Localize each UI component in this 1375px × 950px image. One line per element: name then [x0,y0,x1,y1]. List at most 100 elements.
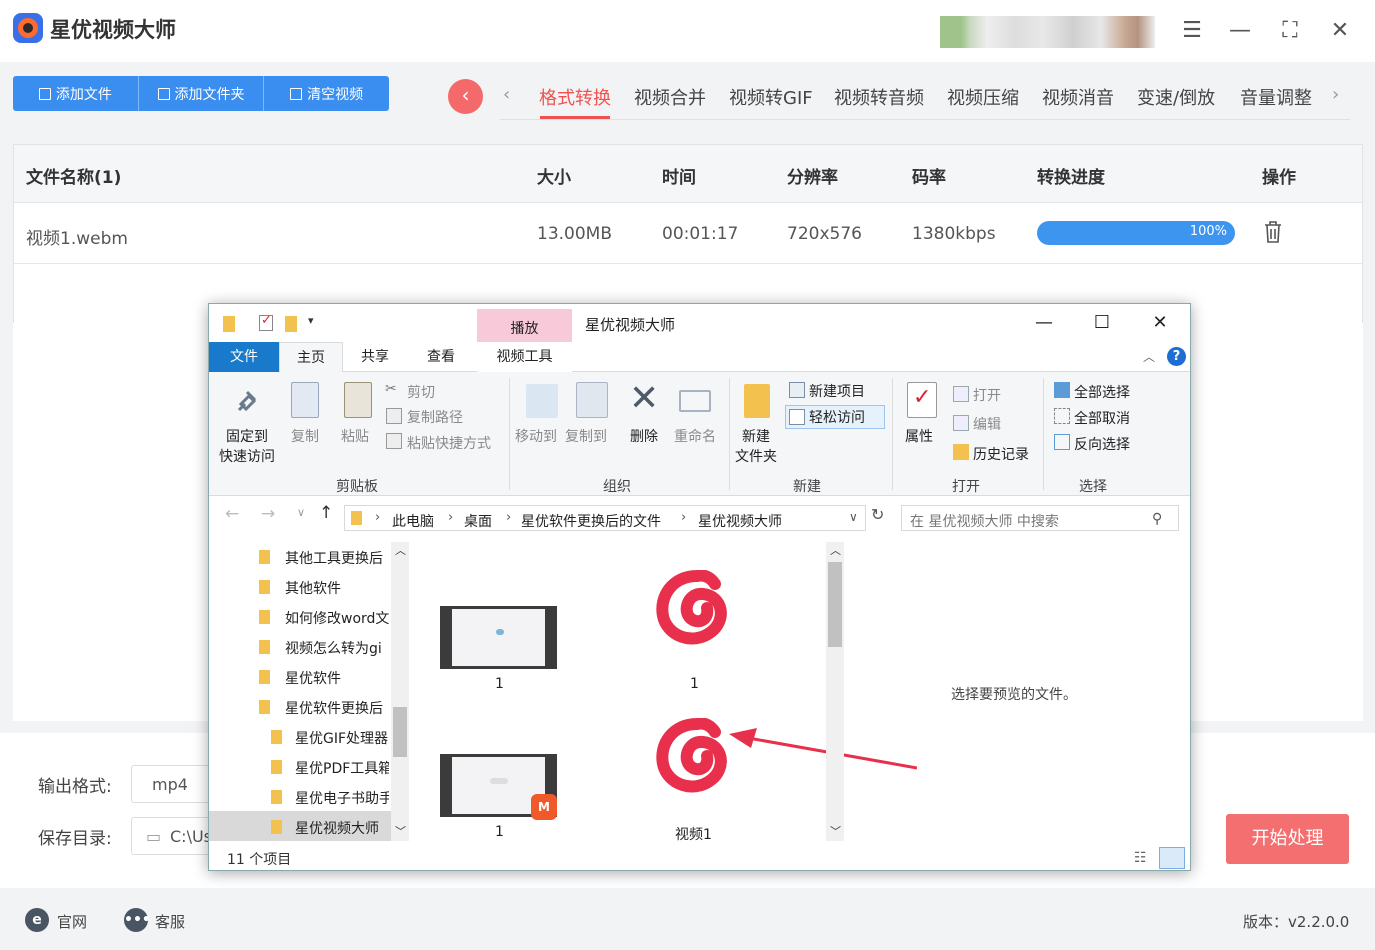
help-icon[interactable]: ? [1167,347,1186,366]
tree-item[interactable]: 视频怎么转为gi [259,632,439,662]
scroll-down-icon[interactable]: ﹀ [830,823,841,839]
user-avatar[interactable] [940,16,1155,48]
ribbon-tab-file[interactable]: 文件 [209,342,279,372]
scroll-up-icon[interactable]: ︿ [395,542,406,558]
search-input[interactable]: 在 星优视频大师 中搜索 ⚲ [901,505,1179,531]
folder-icon [259,670,270,684]
breadcrumb-current[interactable]: 星优视频大师 [698,511,782,531]
chat-icon[interactable]: ••• [124,908,151,932]
open-button[interactable]: 打开 [973,385,1001,405]
tab-video-compress[interactable]: 视频压缩 [947,84,1019,110]
tab-video-merge[interactable]: 视频合并 [634,84,706,110]
properties-button[interactable]: 属性 [905,426,933,446]
paste-shortcut-button[interactable]: 粘贴快捷方式 [407,433,491,453]
tree-item[interactable]: 如何修改word文 [259,602,439,632]
tree-scroll-thumb[interactable] [393,707,407,757]
tabs-next-icon[interactable]: › [1332,84,1339,105]
tabs-prev-icon[interactable]: ‹ [503,84,510,105]
file-label[interactable]: 1 [495,676,504,692]
new-folder-label-1[interactable]: 新建 [742,426,770,446]
delete-button[interactable]: 删除 [630,426,658,446]
pin-label-1[interactable]: 固定到 [226,426,268,446]
pin-label-2[interactable]: 快速访问 [219,446,275,466]
up-arrow-icon[interactable]: ↑ [319,503,333,523]
tab-format-convert[interactable]: 格式转换 [539,84,611,110]
rename-button[interactable]: 重命名 [674,426,716,446]
breadcrumb-desktop[interactable]: 桌面 [464,511,492,531]
add-folder-button[interactable]: 添加文件夹 [139,76,265,111]
tree-item[interactable]: 其他工具更换后 [259,542,439,572]
tree-item[interactable]: 星优软件更换后 [259,692,439,722]
tree-item[interactable]: 星优电子书助手 [271,782,389,812]
address-bar[interactable]: › 此电脑 › 桌面 › 星优软件更换后的文件 › 星优视频大师 ∨ [344,505,866,531]
file-label[interactable]: 1 [690,676,699,692]
ribbon-tab-share[interactable]: 共享 [343,342,407,372]
recent-dropdown-icon[interactable]: ∨ [297,506,305,519]
ribbon-tab-video-tools[interactable]: 视频工具 [477,342,572,372]
invert-selection-button[interactable]: 反向选择 [1074,434,1130,454]
collapse-ribbon-icon[interactable]: ︿ [1143,348,1155,365]
start-process-button[interactable]: 开始处理 [1226,814,1349,864]
add-file-button[interactable]: 添加文件 [13,76,139,111]
minimize-icon[interactable]: — [1029,312,1059,336]
back-arrow-icon[interactable]: ← [225,504,239,524]
close-icon[interactable]: ✕ [1325,16,1355,46]
tree-item[interactable]: 星优GIF处理器 [271,722,389,752]
breadcrumb-this-pc[interactable]: 此电脑 [392,511,434,531]
cut-button[interactable]: 剪切 [407,382,435,402]
scroll-down-icon[interactable]: ﹀ [395,823,406,839]
ribbon-tab-home[interactable]: 主页 [279,342,343,372]
copy-to-button[interactable]: 复制到 [565,426,607,446]
qat-dropdown-icon[interactable]: ▾ [308,314,314,327]
maximize-icon[interactable]: ⛶ [1275,16,1305,46]
minimize-icon[interactable]: — [1225,16,1255,46]
video-thumbnail-icon[interactable] [440,606,557,669]
file-label[interactable]: 1 [495,824,504,840]
clear-videos-button[interactable]: 清空视频 [264,76,389,111]
new-folder-icon[interactable] [285,316,297,332]
properties-check-icon[interactable]: ✓ [259,313,273,331]
file-list-scroll-thumb[interactable] [828,562,842,647]
tab-speed-reverse[interactable]: 变速/倒放 [1137,84,1215,110]
delete-row-icon[interactable] [1263,220,1283,244]
refresh-icon[interactable]: ↻ [871,505,884,524]
website-link[interactable]: 官网 [57,911,87,932]
new-folder-label-2[interactable]: 文件夹 [735,446,777,466]
copy-button[interactable]: 复制 [291,426,319,446]
tab-volume-adjust[interactable]: 音量调整 [1240,84,1312,110]
history-button[interactable]: 历史记录 [973,444,1029,464]
website-icon[interactable]: e [25,908,49,932]
ribbon-separator [1043,378,1044,490]
menu-icon[interactable]: ☰ [1177,16,1207,46]
move-to-button[interactable]: 移动到 [515,426,557,446]
large-icons-view-icon[interactable] [1159,847,1185,869]
select-all-button[interactable]: 全部选择 [1074,382,1130,402]
new-item-button[interactable]: 新建项目 [809,381,865,401]
file-table: 文件名称(1) 大小 时间 分辨率 码率 转换进度 操作 视频1.webm 13… [13,144,1363,324]
tree-scrollbar[interactable]: ︿ ﹀ [391,542,409,841]
forward-arrow-icon[interactable]: → [261,504,275,524]
copy-path-button[interactable]: 复制路径 [407,407,463,427]
cell-bitrate: 1380kbps [912,224,996,244]
details-view-icon[interactable]: ☷ [1134,850,1147,866]
tab-video-to-gif[interactable]: 视频转GIF [729,84,813,110]
tree-item-selected[interactable]: 星优视频大师 [271,812,389,842]
close-icon[interactable]: ✕ [1145,312,1175,336]
scroll-up-icon[interactable]: ︿ [830,542,841,558]
tree-item[interactable]: 其他软件 [259,572,439,602]
tree-item[interactable]: 星优软件 [259,662,439,692]
maximize-icon[interactable]: ☐ [1087,312,1117,336]
tab-video-mute[interactable]: 视频消音 [1042,84,1114,110]
address-dropdown-icon[interactable]: ∨ [849,510,858,524]
netease-music-icon[interactable] [653,570,735,650]
edit-button[interactable]: 编辑 [973,414,1001,434]
support-link[interactable]: 客服 [155,911,185,932]
back-nav-button[interactable]: ‹ [448,79,483,114]
tree-item[interactable]: 星优PDF工具箱 [271,752,389,782]
paste-button[interactable]: 粘贴 [341,426,369,446]
file-label[interactable]: 视频1 [675,824,712,844]
tab-video-to-audio[interactable]: 视频转音频 [834,84,924,110]
select-none-button[interactable]: 全部取消 [1074,408,1130,428]
breadcrumb-folder[interactable]: 星优软件更换后的文件 [521,511,661,531]
ribbon-tab-view[interactable]: 查看 [409,342,473,372]
